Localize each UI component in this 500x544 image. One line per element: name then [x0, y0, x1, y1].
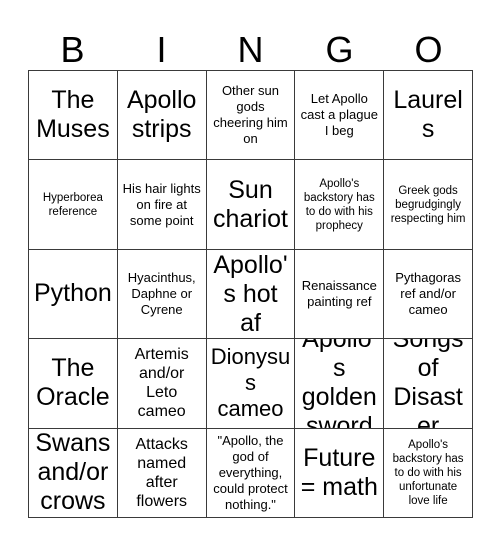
bingo-cell-r4c2[interactable]: Artemis and/or Leto cameo	[117, 339, 207, 429]
bingo-cell-r4c5[interactable]: Songs of Disaster	[384, 339, 473, 429]
bingo-cell-label: Apollo's backstory has to do with his pr…	[303, 177, 375, 232]
bingo-card: B I N G O The Muses Apollo strips Other …	[0, 0, 500, 544]
bingo-cell-label: Renaissance painting ref	[301, 277, 377, 309]
bingo-cell-r2c3[interactable]: Sun chariot	[206, 160, 296, 250]
bingo-cell-r3c2[interactable]: Hyacinthus, Daphne or Cyrene	[117, 249, 207, 340]
bingo-cell-label: Hyacinthus, Daphne or Cyrene	[127, 269, 196, 317]
bingo-cell-r4c3[interactable]: Dionysus cameo	[206, 339, 296, 429]
bingo-cell-label: His hair lights on fire at some point	[122, 180, 201, 228]
bingo-grid: The Muses Apollo strips Other sun gods c…	[28, 70, 473, 518]
bingo-cell-label: Sun chariot	[212, 175, 289, 233]
bingo-cell-label: Let Apollo cast a plague I beg	[300, 91, 378, 139]
bingo-cell-label: "Apollo, the god of everything, could pr…	[213, 432, 288, 512]
bingo-cell-label: Laurels	[393, 86, 463, 144]
header-letter-i: I	[156, 29, 167, 70]
bingo-cell-label: The Oracle	[36, 354, 110, 412]
bingo-header: B I N G O	[28, 22, 473, 70]
bingo-cell-label: The Muses	[36, 86, 110, 144]
bingo-cell-r2c4[interactable]: Apollo's backstory has to do with his pr…	[295, 160, 385, 250]
bingo-cell-label: Other sun gods cheering him on	[213, 83, 288, 147]
bingo-cell-r2c5[interactable]: Greek gods begrudgingly respecting him	[384, 160, 473, 250]
bingo-cell-r2c2[interactable]: His hair lights on fire at some point	[117, 160, 207, 250]
bingo-cell-label: Apollo strips	[126, 86, 197, 144]
bingo-cell-label: Swans and/or crows	[35, 429, 111, 516]
bingo-cell-r5c4[interactable]: Future = math	[295, 428, 385, 518]
bingo-cell-r2c1[interactable]: Hyperborea reference	[29, 160, 118, 250]
bingo-cell-label: Apollo's backstory has to do with his un…	[392, 438, 464, 507]
bingo-cell-r3c1[interactable]: Python	[29, 249, 118, 340]
bingo-cell-label: Attacks named after flowers	[135, 435, 188, 510]
bingo-cell-r1c4[interactable]: Let Apollo cast a plague I beg	[295, 71, 385, 161]
bingo-cell-r3c5[interactable]: Pythagoras ref and/or cameo	[384, 249, 473, 340]
bingo-cell-r5c5[interactable]: Apollo's backstory has to do with his un…	[384, 428, 473, 518]
bingo-cell-label: Dionysus cameo	[210, 344, 291, 422]
bingo-cell-r1c5[interactable]: Laurels	[384, 71, 473, 161]
bingo-cell-r5c2[interactable]: Attacks named after flowers	[117, 428, 207, 518]
bingo-cell-r3c4[interactable]: Renaissance painting ref	[295, 249, 385, 340]
bingo-cell-label: Pythagoras ref and/or cameo	[395, 269, 461, 317]
bingo-cell-label: Apollo's hot af	[213, 250, 288, 337]
bingo-cell-r3c3[interactable]: Apollo's hot af	[206, 249, 296, 340]
bingo-cell-r4c1[interactable]: The Oracle	[29, 339, 118, 429]
bingo-cell-label: Apollo's golden sword	[301, 339, 377, 429]
header-letter-o: O	[414, 29, 443, 70]
bingo-cell-r1c3[interactable]: Other sun gods cheering him on	[206, 71, 296, 161]
bingo-cell-label: Hyperborea reference	[42, 191, 103, 218]
bingo-cell-label: Greek gods begrudgingly respecting him	[390, 184, 466, 225]
bingo-cell-r5c1[interactable]: Swans and/or crows	[29, 428, 118, 518]
header-letter-g: G	[325, 29, 354, 70]
header-letter-n: N	[237, 29, 264, 70]
bingo-cell-r1c1[interactable]: The Muses	[29, 71, 118, 161]
bingo-cell-label: Songs of Disaster	[392, 339, 464, 429]
bingo-cell-r4c4[interactable]: Apollo's golden sword	[295, 339, 385, 429]
bingo-cell-label: Artemis and/or Leto cameo	[134, 346, 189, 421]
bingo-cell-r5c3[interactable]: "Apollo, the god of everything, could pr…	[206, 428, 296, 518]
bingo-cell-label: Future = math	[300, 443, 378, 501]
bingo-cell-label: Python	[33, 279, 112, 308]
bingo-cell-r1c2[interactable]: Apollo strips	[117, 71, 207, 161]
header-letter-b: B	[60, 29, 85, 70]
